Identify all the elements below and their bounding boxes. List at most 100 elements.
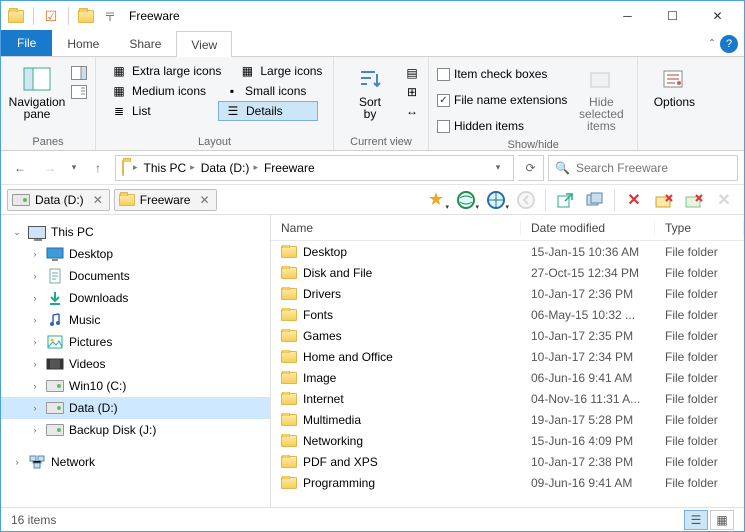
collapse-ribbon-icon[interactable]: ˆ	[710, 37, 714, 51]
file-row[interactable]: Programming09-Jun-16 9:41 AMFile folder	[271, 472, 744, 493]
help-icon[interactable]: ?	[720, 35, 738, 53]
close-tab-icon[interactable]: ✕	[199, 193, 209, 207]
close-button[interactable]: ✕	[695, 2, 740, 30]
navigation-pane-button[interactable]: Navigation pane	[9, 61, 65, 124]
copy-window-button[interactable]	[581, 187, 609, 213]
tree-item-backup-disk-j-[interactable]: ›Backup Disk (J:)	[1, 419, 270, 441]
view-thumbnails-button[interactable]: ▦	[710, 510, 734, 530]
path-tab-freeware[interactable]: Freeware ✕	[114, 189, 217, 211]
navigation-tree[interactable]: ⌄ This PC ›Desktop›Documents›Downloads›M…	[1, 215, 271, 507]
file-row[interactable]: Games10-Jan-17 2:35 PMFile folder	[271, 325, 744, 346]
layout-small[interactable]: ▪Small icons	[217, 81, 313, 101]
tree-item-data-d-[interactable]: ›Data (D:)	[1, 397, 270, 419]
tab-share[interactable]: Share	[114, 30, 176, 56]
tab-file[interactable]: File	[1, 30, 52, 56]
minimize-button[interactable]: ─	[605, 2, 650, 30]
tab-view[interactable]: View	[176, 31, 232, 57]
qat-overflow[interactable]: 〒	[99, 5, 121, 27]
qat-folder-icon[interactable]	[75, 5, 97, 27]
details-pane-icon[interactable]	[71, 84, 87, 100]
path-tab-data-d[interactable]: Data (D:) ✕	[7, 189, 110, 211]
layout-large[interactable]: ▦Large icons	[232, 61, 329, 81]
item-check-boxes-toggle[interactable]: Item check boxes	[437, 63, 567, 85]
file-row[interactable]: Drivers10-Jan-17 2:36 PMFile folder	[271, 283, 744, 304]
search-input[interactable]: 🔍	[548, 155, 738, 181]
crumb-this-pc[interactable]: This PC▸	[141, 156, 198, 180]
column-type[interactable]: Type	[655, 221, 744, 235]
maximize-button[interactable]: ☐	[650, 2, 695, 30]
file-row[interactable]: Disk and File27-Oct-15 12:34 PMFile fold…	[271, 262, 744, 283]
add-columns-icon[interactable]: ⊞	[404, 84, 420, 100]
forward-button[interactable]: →	[37, 155, 63, 181]
file-row[interactable]: Multimedia19-Jan-17 5:28 PMFile folder	[271, 409, 744, 430]
recent-locations-button[interactable]: ▾	[67, 155, 81, 181]
chevron-right-icon[interactable]: ›	[29, 249, 41, 259]
crumb-freeware[interactable]: Freeware	[261, 156, 318, 180]
column-date[interactable]: Date modified	[521, 221, 655, 235]
file-row[interactable]: Desktop15-Jan-15 10:36 AMFile folder	[271, 241, 744, 262]
layout-list[interactable]: ≣List	[104, 101, 214, 121]
column-name[interactable]: Name	[271, 221, 521, 235]
file-row[interactable]: Internet04-Nov-16 11:31 A...File folder	[271, 388, 744, 409]
preview-pane-icon[interactable]	[71, 65, 87, 81]
file-row[interactable]: Home and Office10-Jan-17 2:34 PMFile fol…	[271, 346, 744, 367]
hide-selected-button[interactable]: Hide selected items	[573, 61, 629, 136]
file-row[interactable]: Fonts06-May-15 10:32 ...File folder	[271, 304, 744, 325]
open-external-button[interactable]	[551, 187, 579, 213]
up-button[interactable]: ↑	[85, 155, 111, 181]
chevron-right-icon[interactable]: ›	[29, 381, 41, 391]
delete-folder-button[interactable]	[650, 187, 678, 213]
file-row[interactable]: Networking15-Jun-16 4:09 PMFile folder	[271, 430, 744, 451]
sort-by-button[interactable]: Sort by	[342, 61, 398, 124]
tree-item-music[interactable]: ›Music	[1, 309, 270, 331]
file-name-extensions-toggle[interactable]: ✓File name extensions	[437, 89, 567, 111]
chevron-right-icon[interactable]: ›	[29, 293, 41, 303]
nav-globe2-button[interactable]: ▾	[482, 187, 510, 213]
close-tab-icon[interactable]: ✕	[93, 193, 103, 207]
layout-details[interactable]: ☰Details	[218, 101, 318, 121]
back-button[interactable]: ←	[7, 155, 33, 181]
chevron-right-icon[interactable]: ›	[29, 337, 41, 347]
group-by-icon[interactable]: ▤	[404, 65, 420, 81]
delete-button[interactable]: ✕	[620, 187, 648, 213]
nav-globe1-button[interactable]: ▾	[452, 187, 480, 213]
nav-back-round-button[interactable]	[512, 187, 540, 213]
tree-this-pc[interactable]: ⌄ This PC	[1, 221, 270, 243]
size-columns-icon[interactable]: ↔	[404, 103, 420, 119]
search-field[interactable]	[576, 161, 731, 175]
file-list[interactable]: Desktop15-Jan-15 10:36 AMFile folderDisk…	[271, 241, 744, 507]
folder-icon	[281, 393, 297, 405]
chevron-right-icon[interactable]: ›	[29, 271, 41, 281]
tab-home[interactable]: Home	[52, 30, 114, 56]
tree-item-downloads[interactable]: ›Downloads	[1, 287, 270, 309]
file-row[interactable]: PDF and XPS10-Jan-17 2:38 PMFile folder	[271, 451, 744, 472]
chevron-right-icon[interactable]: ›	[11, 457, 23, 467]
view-details-button[interactable]: ☰	[684, 510, 708, 530]
location-folder-icon	[122, 161, 124, 175]
chevron-down-icon[interactable]: ⌄	[11, 227, 23, 238]
qat-properties-icon[interactable]: ☑	[40, 5, 62, 27]
refresh-button[interactable]: ⟳	[518, 155, 544, 181]
delete-permanent-button[interactable]	[680, 187, 708, 213]
tree-item-videos[interactable]: ›Videos	[1, 353, 270, 375]
toolbar: ★▾ ▾ ▾ ✕ ✕	[422, 187, 738, 213]
tree-network[interactable]: › Network	[1, 451, 270, 473]
layout-extra-large[interactable]: ▦Extra large icons	[104, 61, 228, 81]
chevron-right-icon[interactable]: ›	[29, 315, 41, 325]
options-button[interactable]: Options	[646, 61, 702, 112]
breadcrumb[interactable]: ▸ This PC▸ Data (D:)▸ Freeware ▾	[115, 155, 514, 181]
tree-item-pictures[interactable]: ›Pictures	[1, 331, 270, 353]
chevron-right-icon[interactable]: ›	[29, 403, 41, 413]
tree-item-win10-c-[interactable]: ›Win10 (C:)	[1, 375, 270, 397]
more-button[interactable]: ✕	[710, 187, 738, 213]
tree-item-documents[interactable]: ›Documents	[1, 265, 270, 287]
crumb-data-d[interactable]: Data (D:)▸	[198, 156, 261, 180]
layout-medium[interactable]: ▦Medium icons	[104, 81, 213, 101]
tree-item-desktop[interactable]: ›Desktop	[1, 243, 270, 265]
chevron-right-icon[interactable]: ›	[29, 359, 41, 369]
hidden-items-toggle[interactable]: Hidden items	[437, 115, 567, 137]
file-row[interactable]: Image06-Jun-16 9:41 AMFile folder	[271, 367, 744, 388]
chevron-right-icon[interactable]: ›	[29, 425, 41, 435]
favorites-button[interactable]: ★▾	[422, 187, 450, 213]
address-dropdown-icon[interactable]: ▾	[485, 155, 511, 181]
